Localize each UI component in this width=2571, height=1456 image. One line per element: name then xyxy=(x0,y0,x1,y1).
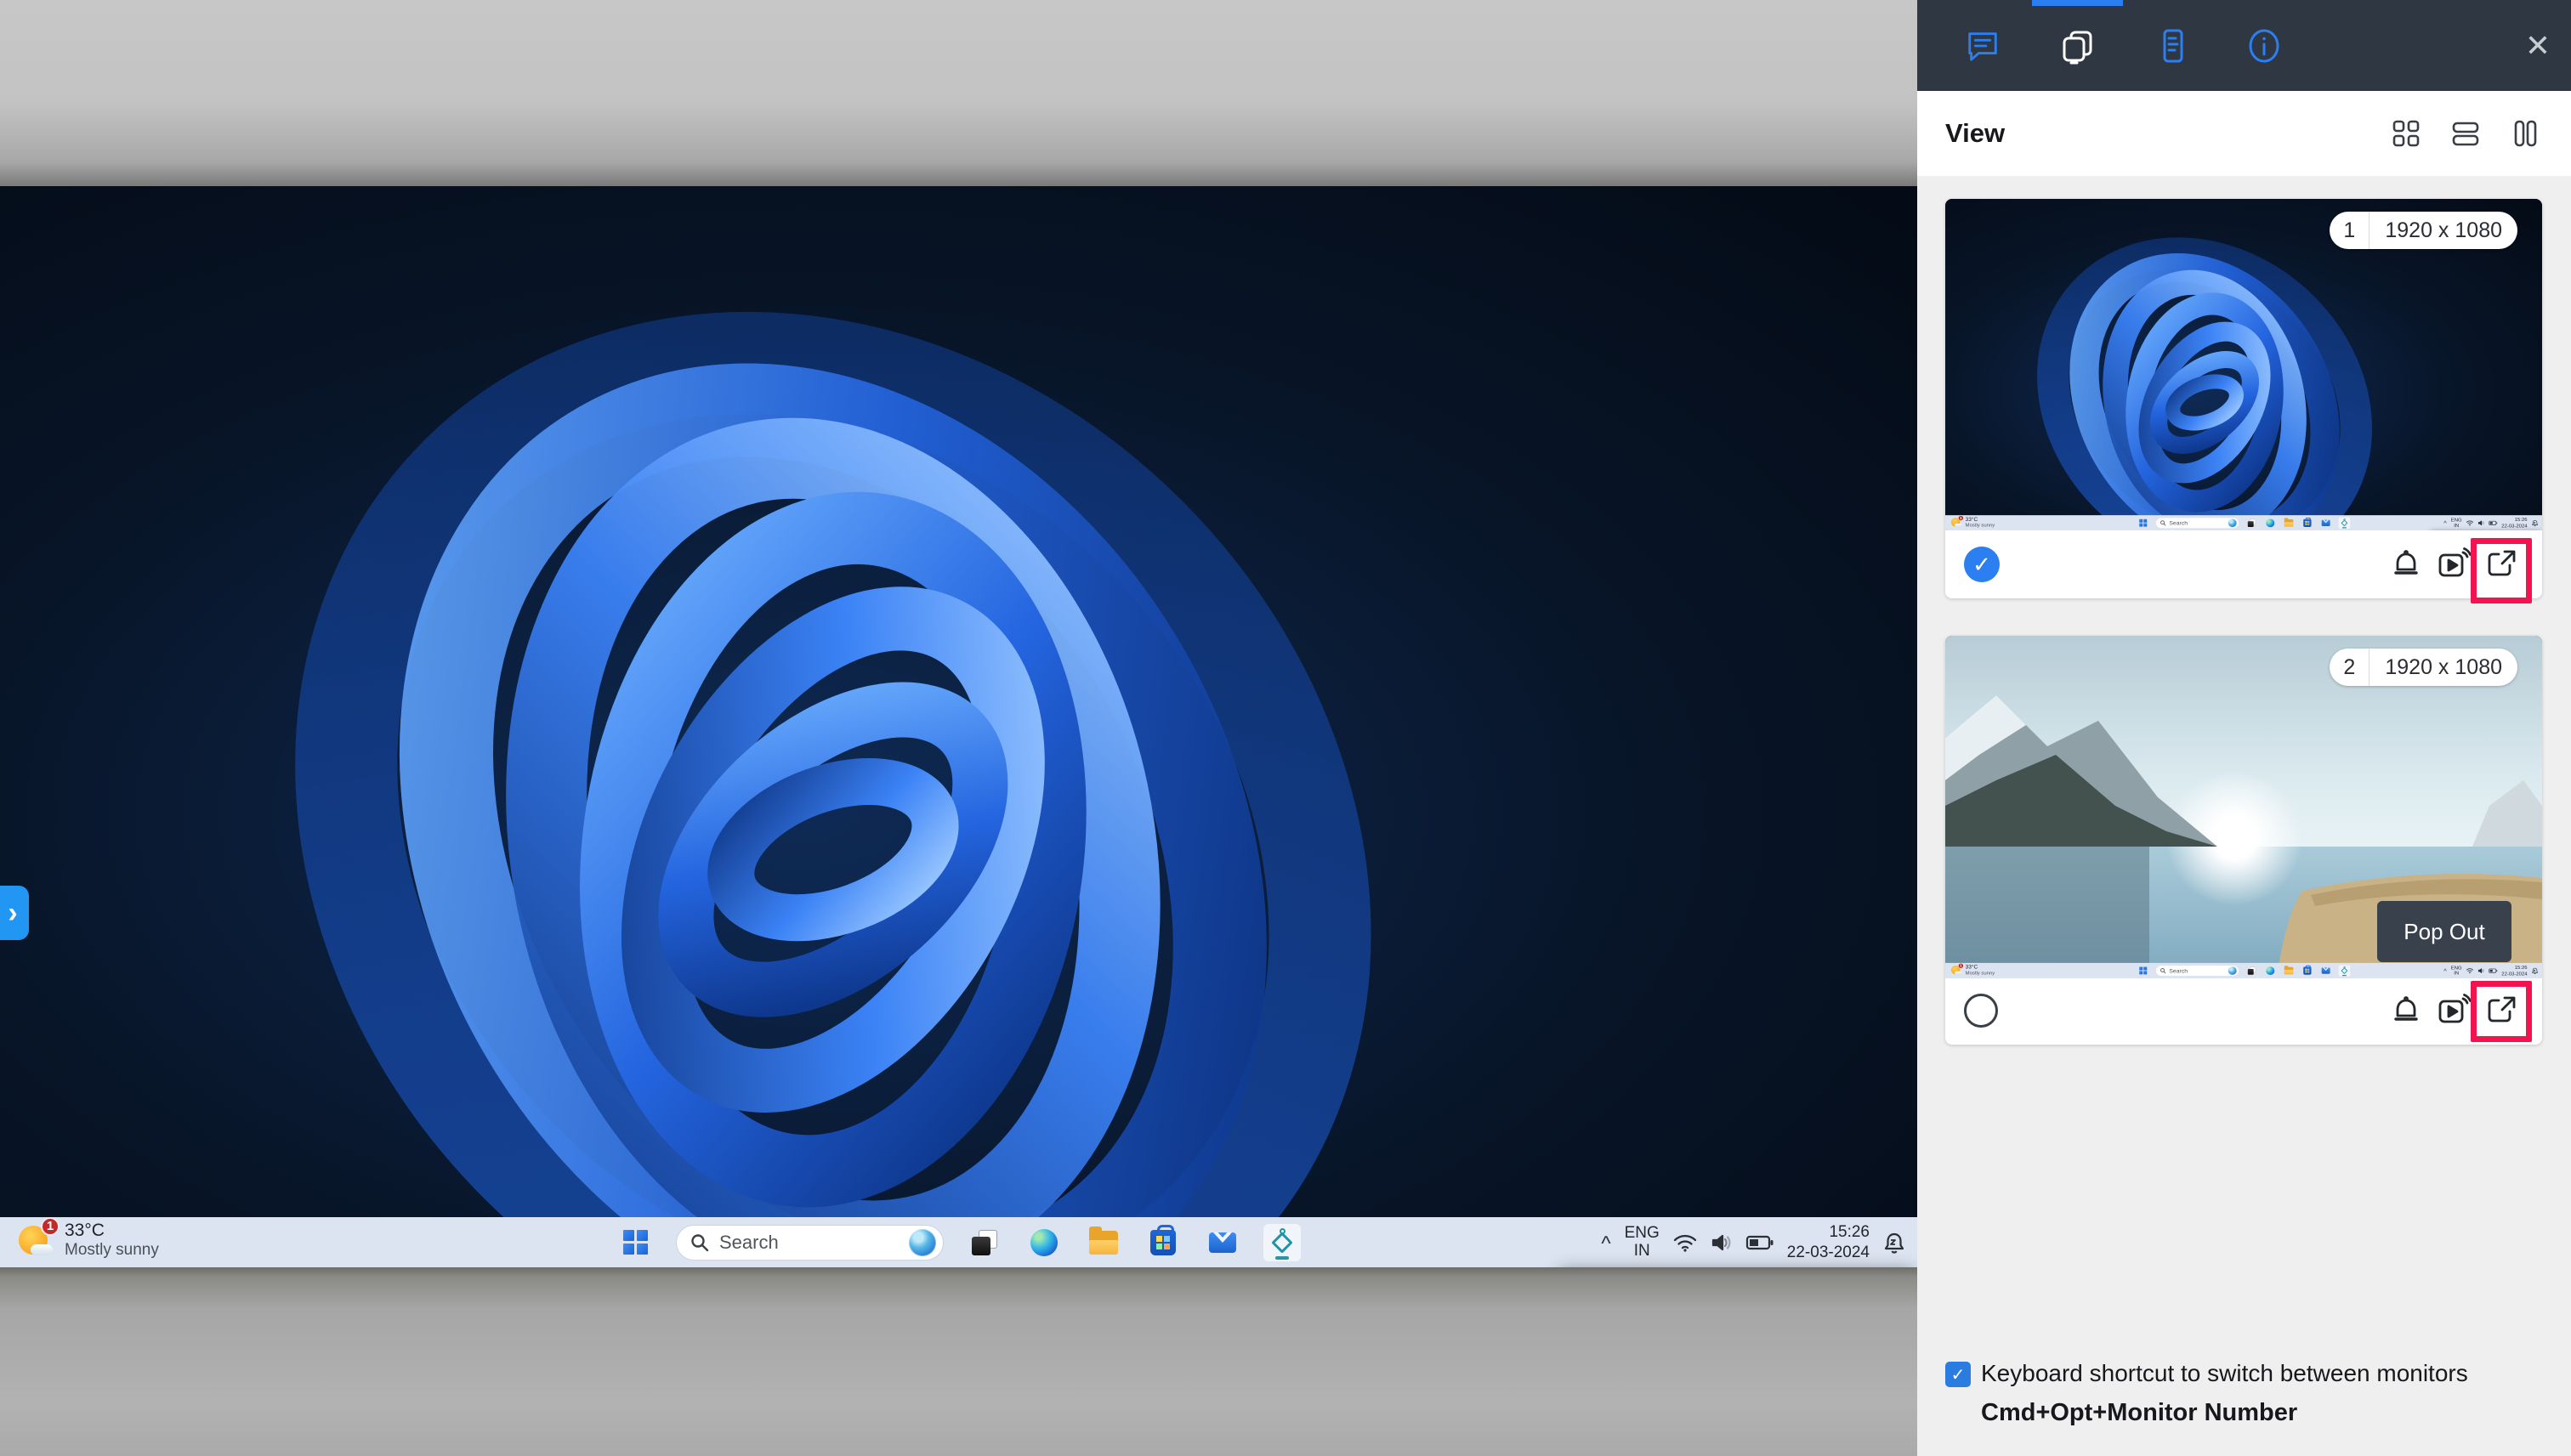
row-layout-icon[interactable] xyxy=(2450,118,2481,149)
tab-chat[interactable] xyxy=(1949,0,2017,91)
viewer-stage: › Zoho Assist ✕ xyxy=(0,0,1917,1456)
shortcut-checkbox[interactable]: ✓ xyxy=(1945,1362,1971,1387)
language-indicator[interactable]: ENG IN xyxy=(1624,1223,1660,1261)
edge-button[interactable] xyxy=(1025,1224,1063,1261)
monitor-1-resolution-badge: 1 1920 x 1080 xyxy=(2330,212,2517,249)
layout-switcher xyxy=(2391,118,2540,149)
shortcut-label: Keyboard shortcut to switch between moni… xyxy=(1981,1360,2468,1386)
notification-bell-icon[interactable] xyxy=(1883,1231,1905,1255)
notify-bell-icon[interactable] xyxy=(2389,994,2423,1028)
shortcut-setting: ✓ Keyboard shortcut to switch between mo… xyxy=(1945,1360,2540,1427)
shortcut-combo: Cmd+Opt+Monitor Number xyxy=(1981,1399,2298,1426)
notify-bell-icon[interactable] xyxy=(2389,547,2423,581)
screen-share-icon[interactable] xyxy=(2436,547,2472,581)
session-side-panel: ✕ View 1 33°C Mostly sunny Search ^ ENG … xyxy=(1917,0,2571,1456)
tab-notes[interactable] xyxy=(2139,0,2207,91)
remote-desktop-screen[interactable]: › Zoho Assist ✕ xyxy=(0,186,1917,1267)
search-icon xyxy=(691,1233,709,1251)
chevron-right-icon: › xyxy=(8,897,18,929)
task-view-icon xyxy=(972,1229,997,1255)
weather-sun-icon: 1 xyxy=(19,1216,60,1258)
monitor-resolution: 1920 x 1080 xyxy=(2385,654,2502,679)
taskbar-center-icons: Search xyxy=(616,1223,1301,1261)
file-explorer-button[interactable] xyxy=(1085,1224,1122,1261)
tray-date: 22-03-2024 xyxy=(1786,1243,1870,1261)
monitor-number: 2 xyxy=(2343,654,2356,679)
monitor-1-selected-check[interactable]: ✓ xyxy=(1964,547,2000,582)
language-line1: ENG xyxy=(1624,1223,1660,1242)
taskbar-search[interactable]: Search xyxy=(676,1224,944,1261)
monitor-2-select-radio[interactable] xyxy=(1964,994,1998,1028)
monitor-card-1[interactable]: › Zoho Assist ✕ xyxy=(1945,199,2542,603)
windows-bloom-wallpaper xyxy=(0,186,1917,1267)
check-icon: ✓ xyxy=(1950,1365,1966,1385)
monitor-card-2[interactable]: 1 33°C Mostly sunny Search ^ ENG IN 15:2… xyxy=(1945,636,2542,1045)
task-view-button[interactable] xyxy=(966,1224,1003,1261)
monitor-2-thumbnail[interactable]: 1 33°C Mostly sunny Search ^ ENG IN 15:2… xyxy=(1945,636,2542,978)
microsoft-store-button[interactable] xyxy=(1144,1224,1182,1261)
weather-condition: Mostly sunny xyxy=(65,1241,159,1260)
microsoft-store-icon xyxy=(1150,1224,1176,1255)
volume-icon[interactable] xyxy=(1711,1233,1733,1252)
zoho-assist-app-button[interactable] xyxy=(1263,1223,1301,1261)
tray-time: 15:26 xyxy=(1829,1222,1870,1241)
search-daily-image-icon xyxy=(909,1228,936,1256)
panel-title: View xyxy=(1945,118,2006,148)
edge-icon xyxy=(1030,1228,1058,1256)
tab-monitors[interactable] xyxy=(2043,0,2111,91)
windows-taskbar: 1 33°C Mostly sunny Search ^ ENG IN 15:2… xyxy=(0,1216,1917,1267)
clock-widget[interactable]: 15:26 22-03-2024 xyxy=(1787,1222,1870,1263)
language-line2: IN xyxy=(1633,1241,1650,1260)
notes-icon xyxy=(2163,29,2183,62)
chat-icon xyxy=(1968,31,1997,61)
zoho-assist-session-window: › Zoho Assist ✕ xyxy=(0,0,2571,1456)
column-layout-icon[interactable] xyxy=(2510,118,2540,149)
search-placeholder: Search xyxy=(719,1231,779,1253)
mail-icon xyxy=(1209,1232,1236,1253)
tab-session-info[interactable] xyxy=(2230,0,2298,91)
weather-widget[interactable]: 1 33°C Mostly sunny xyxy=(19,1216,159,1260)
start-button[interactable] xyxy=(616,1224,654,1261)
zoho-assist-icon xyxy=(1271,1227,1293,1254)
monitor-2-resolution-badge: 2 1920 x 1080 xyxy=(2330,649,2517,686)
screen-share-icon[interactable] xyxy=(2436,994,2472,1028)
weather-badge: 1 xyxy=(41,1216,60,1236)
file-explorer-icon xyxy=(1089,1226,1118,1255)
popout-tooltip: Pop Out xyxy=(2377,901,2511,962)
info-icon xyxy=(2249,29,2279,62)
panel-tab-bar: ✕ xyxy=(1917,0,2571,91)
check-icon: ✓ xyxy=(1972,551,1991,577)
wifi-icon[interactable] xyxy=(1673,1233,1697,1252)
grid-layout-icon[interactable] xyxy=(2391,118,2421,149)
weather-temperature: 33°C xyxy=(65,1221,105,1240)
popout-icon[interactable] xyxy=(2483,993,2519,1028)
popout-icon[interactable] xyxy=(2483,547,2519,582)
monitor-number: 1 xyxy=(2343,218,2356,242)
monitor-1-actions: ✓ xyxy=(1945,530,2542,598)
active-app-indicator xyxy=(1275,1255,1289,1260)
tray-overflow-caret-icon[interactable]: ^ xyxy=(1601,1232,1610,1256)
system-tray: ^ ENG IN 15:26 22-03-2024 xyxy=(1601,1217,1905,1267)
monitor-1-thumbnail[interactable]: › Zoho Assist ✕ xyxy=(1945,199,2542,530)
battery-icon[interactable] xyxy=(1745,1235,1774,1250)
mail-button[interactable] xyxy=(1204,1224,1241,1261)
monitor-2-actions xyxy=(1945,977,2542,1045)
panel-header: View xyxy=(1917,91,2571,176)
panel-body: › Zoho Assist ✕ xyxy=(1917,176,2571,1456)
monitors-icon xyxy=(2063,31,2092,64)
expand-side-tab[interactable]: › xyxy=(0,886,29,940)
monitor-resolution: 1920 x 1080 xyxy=(2385,218,2502,242)
windows-start-icon xyxy=(622,1230,648,1255)
close-panel-icon[interactable]: ✕ xyxy=(2525,0,2551,91)
